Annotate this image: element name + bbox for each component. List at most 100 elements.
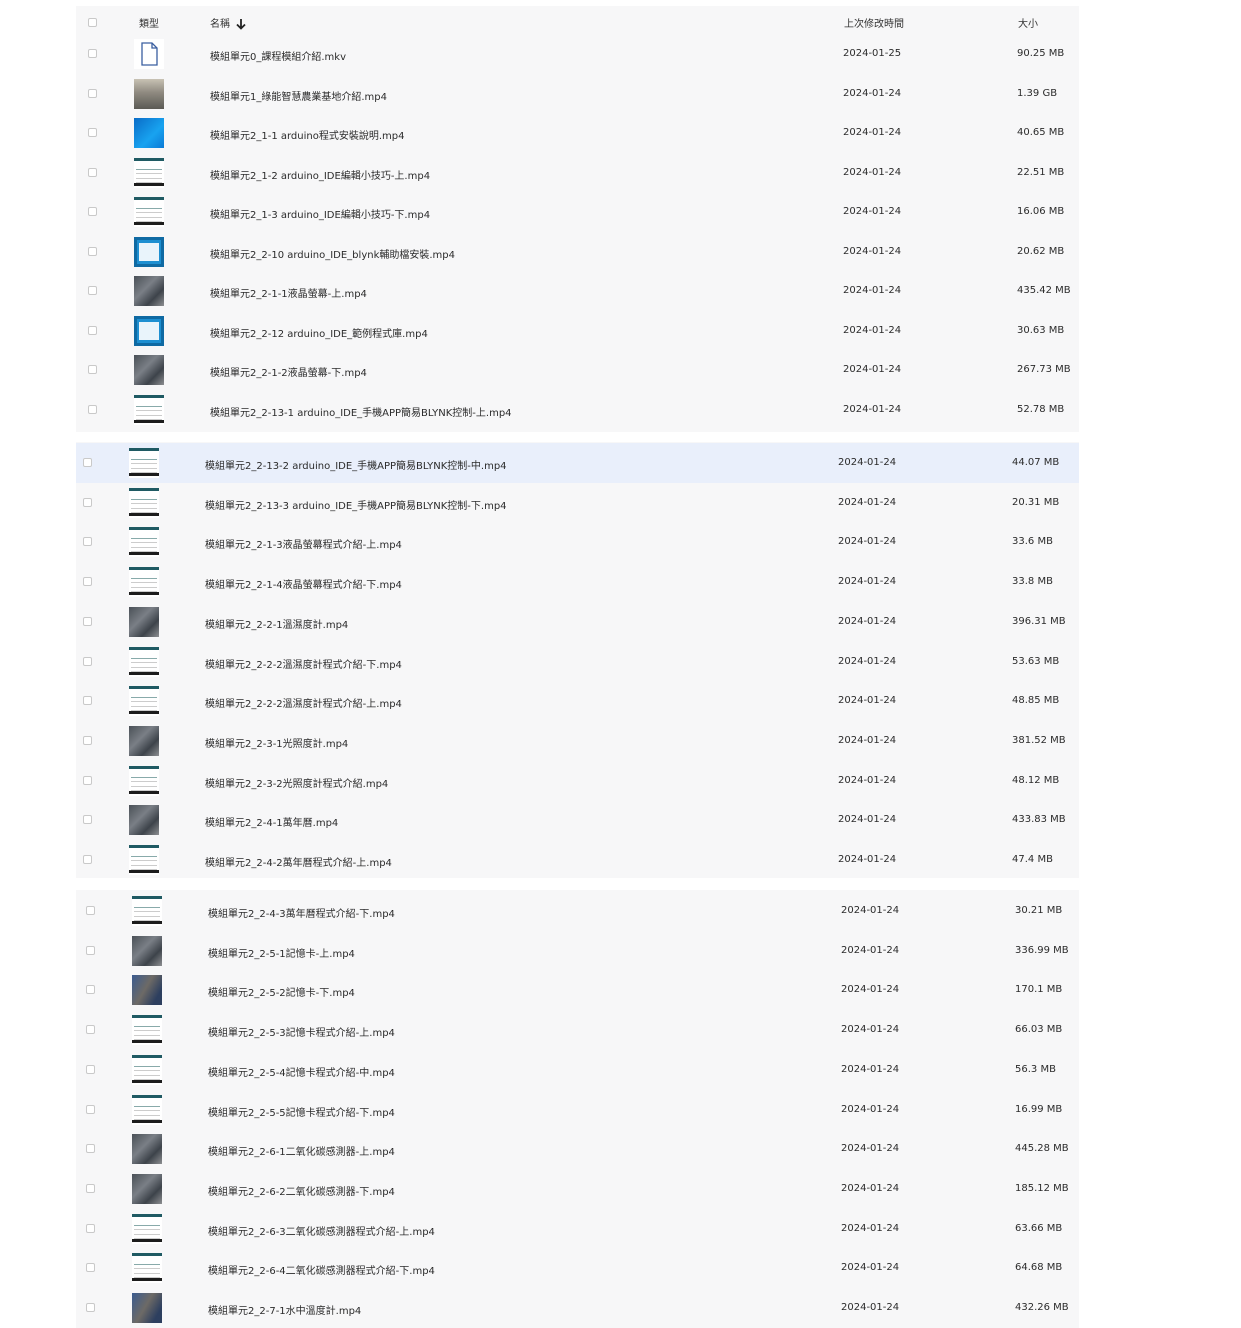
row-checkbox[interactable] — [86, 985, 95, 995]
file-name[interactable]: 模組單元2_2-5-5記憶卡程式介紹-下.mp4 — [208, 1104, 395, 1119]
file-name[interactable]: 模組單元2_2-2-2溫濕度計程式介紹-下.mp4 — [205, 656, 402, 671]
row-checkbox[interactable] — [83, 855, 92, 864]
file-row[interactable]: 模組單元2_2-1-4液晶螢幕程式介紹-下.mp4 2024-01-24 33.8 … — [76, 562, 1079, 602]
file-name[interactable]: 模組單元2_2-6-3二氧化碳感測器程式介紹-上.mp4 — [208, 1223, 435, 1238]
file-row[interactable]: 模組單元2_2-5-1記憶卡-上.mp4 2024-01-24 336.99 MB — [76, 931, 1079, 971]
row-checkbox[interactable] — [83, 497, 92, 507]
file-row[interactable]: 模組單元2_2-3-2光照度計程式介紹.mp4 2024-01-24 48.12 M… — [76, 761, 1079, 801]
file-row[interactable]: 模組單元2_2-2-2溫濕度計程式介紹-下.mp4 2024-01-24 53.63… — [76, 642, 1079, 682]
file-row[interactable]: 模組單元2_2-13-2 arduino_IDE_手機APP簡易BLYNK控制-… — [76, 443, 1079, 483]
file-row[interactable]: 模組單元2_2-1-1液晶螢幕-上.mp4 2024-01-24 435.42 MB — [76, 271, 1079, 311]
file-row[interactable]: 模組單元2_2-6-1二氧化碳感測器-上.mp4 2024-01-24 445.28… — [76, 1129, 1079, 1169]
file-name[interactable]: 模組單元2_2-13-2 arduino_IDE_手機APP簡易BLYNK控制-… — [205, 457, 507, 472]
file-name[interactable]: 模組單元2_2-10 arduino_IDE_blynk輔助檔安裝.mp4 — [210, 246, 455, 261]
file-row[interactable]: 模組單元2_1-3 arduino_IDE編輯小技巧-下.mp4 2024-01-… — [76, 192, 1079, 232]
file-row[interactable]: 模組單元2_2-3-1光照度計.mp4 2024-01-24 381.52 MB — [76, 721, 1079, 761]
file-name[interactable]: 模組單元0_課程模組介紹.mkv — [210, 48, 346, 63]
row-checkbox[interactable] — [88, 49, 97, 58]
file-row[interactable]: 模組單元2_2-5-3記憶卡程式介紹-上.mp4 2024-01-24 66.03 … — [76, 1010, 1079, 1050]
file-name[interactable]: 模組單元2_2-4-1萬年曆.mp4 — [205, 814, 338, 829]
file-row[interactable]: 模組單元1_綠能智慧農業基地介紹.mp4 2024-01-24 1.39 GB — [76, 74, 1079, 114]
row-checkbox[interactable] — [86, 1183, 95, 1193]
file-row[interactable]: 模組單元2_2-6-3二氧化碳感測器程式介紹-上.mp4 2024-01-24 63… — [76, 1209, 1079, 1249]
file-name[interactable]: 模組單元2_2-3-1光照度計.mp4 — [205, 735, 348, 750]
file-name[interactable]: 模組單元2_2-2-2溫濕度計程式介紹-上.mp4 — [205, 695, 402, 710]
file-name[interactable]: 模組單元2_2-13-1 arduino_IDE_手機APP簡易BLYNK控制-… — [210, 404, 512, 419]
file-row[interactable]: 模組單元2_2-2-2溫濕度計程式介紹-上.mp4 2024-01-24 48.85… — [76, 681, 1079, 721]
file-name[interactable]: 模組單元2_2-1-3液晶螢幕程式介紹-上.mp4 — [205, 536, 402, 551]
row-checkbox[interactable] — [88, 404, 97, 414]
row-checkbox[interactable] — [88, 286, 97, 295]
file-name[interactable]: 模組單元2_2-3-2光照度計程式介紹.mp4 — [205, 775, 388, 790]
file-name[interactable]: 模組單元2_2-4-2萬年曆程式介紹-上.mp4 — [205, 854, 392, 869]
row-checkbox[interactable] — [86, 1064, 95, 1074]
file-row[interactable]: 模組單元2_2-6-2二氧化碳感測器-下.mp4 2024-01-24 185.12… — [76, 1169, 1079, 1209]
file-name[interactable]: 模組單元2_2-1-1液晶螢幕-上.mp4 — [210, 285, 367, 300]
row-checkbox[interactable] — [88, 128, 97, 137]
file-row[interactable]: 模組單元2_2-10 arduino_IDE_blynk輔助檔安裝.mp4 202… — [76, 232, 1079, 272]
file-row[interactable]: 模組單元2_2-4-3萬年曆程式介紹-下.mp4 2024-01-24 30.21 … — [76, 891, 1079, 931]
file-name[interactable]: 模組單元2_2-5-3記憶卡程式介紹-上.mp4 — [208, 1024, 395, 1039]
row-checkbox[interactable] — [86, 1223, 95, 1233]
column-header-type[interactable]: 類型 — [139, 15, 159, 30]
row-checkbox[interactable] — [86, 945, 95, 955]
row-checkbox[interactable] — [83, 616, 92, 626]
file-row[interactable]: 模組單元2_2-7-1水中溫度計.mp4 2024-01-24 432.26 MB — [76, 1288, 1079, 1328]
file-row[interactable]: 模組單元2_2-2-1溫濕度計.mp4 2024-01-24 396.31 MB — [76, 602, 1079, 642]
row-checkbox[interactable] — [86, 1303, 95, 1312]
row-checkbox[interactable] — [88, 207, 97, 216]
row-checkbox[interactable] — [83, 656, 92, 666]
file-row[interactable]: 模組單元2_2-6-4二氧化碳感測器程式介紹-下.mp4 2024-01-24 64… — [76, 1248, 1079, 1288]
file-row[interactable]: 模組單元2_2-5-2記憶卡-下.mp4 2024-01-24 170.1 MB — [76, 970, 1079, 1010]
row-checkbox[interactable] — [86, 1025, 95, 1035]
row-checkbox[interactable] — [88, 88, 97, 98]
file-row[interactable]: 模組單元2_2-12 arduino_IDE_範例程式庫.mp4 2024-01-… — [76, 311, 1079, 351]
file-row[interactable]: 模組單元0_課程模組介紹.mkv 2024-01-25 90.25 MB — [76, 34, 1079, 74]
file-name[interactable]: 模組單元2_2-5-2記憶卡-下.mp4 — [208, 984, 355, 999]
file-name[interactable]: 模組單元2_2-6-2二氧化碳感測器-下.mp4 — [208, 1183, 395, 1198]
row-checkbox[interactable] — [83, 577, 92, 587]
row-checkbox[interactable] — [86, 1104, 95, 1114]
file-name[interactable]: 模組單元2_2-1-2液晶螢幕-下.mp4 — [210, 364, 367, 379]
file-name[interactable]: 模組單元2_2-12 arduino_IDE_範例程式庫.mp4 — [210, 325, 428, 340]
file-name[interactable]: 模組單元2_2-6-1二氧化碳感測器-上.mp4 — [208, 1143, 395, 1158]
file-name[interactable]: 模組單元1_綠能智慧農業基地介紹.mp4 — [210, 88, 387, 103]
row-checkbox[interactable] — [88, 246, 97, 256]
file-name[interactable]: 模組單元2_1-2 arduino_IDE編輯小技巧-上.mp4 — [210, 167, 430, 182]
file-row[interactable]: 模組單元2_2-4-1萬年曆.mp4 2024-01-24 433.83 MB — [76, 800, 1079, 840]
file-name[interactable]: 模組單元2_2-5-4記憶卡程式介紹-中.mp4 — [208, 1064, 395, 1079]
column-header-name[interactable]: 名稱 — [210, 15, 230, 30]
file-name[interactable]: 模組單元2_2-13-3 arduino_IDE_手機APP簡易BLYNK控制-… — [205, 497, 507, 512]
file-name[interactable]: 模組單元2_2-4-3萬年曆程式介紹-下.mp4 — [208, 905, 395, 920]
file-name[interactable]: 模組單元2_2-1-4液晶螢幕程式介紹-下.mp4 — [205, 576, 402, 591]
row-checkbox[interactable] — [83, 696, 92, 706]
row-checkbox[interactable] — [88, 167, 97, 177]
file-row[interactable]: 模組單元2_2-13-3 arduino_IDE_手機APP簡易BLYNK控制-… — [76, 483, 1079, 523]
row-checkbox[interactable] — [83, 815, 92, 825]
file-row[interactable]: 模組單元2_2-13-1 arduino_IDE_手機APP簡易BLYNK控制-… — [76, 390, 1079, 430]
file-row[interactable]: 模組單元2_2-4-2萬年曆程式介紹-上.mp4 2024-01-24 47.4 M… — [76, 840, 1079, 880]
file-name[interactable]: 模組單元2_2-6-4二氧化碳感測器程式介紹-下.mp4 — [208, 1262, 435, 1277]
file-row[interactable]: 模組單元2_2-5-5記憶卡程式介紹-下.mp4 2024-01-24 16.99 … — [76, 1090, 1079, 1130]
file-name[interactable]: 模組單元2_2-5-1記憶卡-上.mp4 — [208, 945, 355, 960]
file-name[interactable]: 模組單元2_1-3 arduino_IDE編輯小技巧-下.mp4 — [210, 206, 430, 221]
file-name[interactable]: 模組單元2_2-7-1水中溫度計.mp4 — [208, 1302, 361, 1317]
row-checkbox[interactable] — [83, 775, 92, 785]
row-checkbox[interactable] — [83, 458, 92, 467]
file-row[interactable]: 模組單元2_1-1 arduino程式安裝說明.mp4 2024-01-24 40.… — [76, 113, 1079, 153]
file-row[interactable]: 模組單元2_2-1-3液晶螢幕程式介紹-上.mp4 2024-01-24 33.6 … — [76, 522, 1079, 562]
file-row[interactable]: 模組單元2_2-1-2液晶螢幕-下.mp4 2024-01-24 267.73 MB — [76, 350, 1079, 390]
select-all-checkbox[interactable] — [88, 18, 97, 27]
row-checkbox[interactable] — [83, 735, 92, 745]
row-checkbox[interactable] — [86, 1263, 95, 1273]
file-row[interactable]: 模組單元2_2-5-4記憶卡程式介紹-中.mp4 2024-01-24 56.3 M… — [76, 1050, 1079, 1090]
file-name[interactable]: 模組單元2_1-1 arduino程式安裝說明.mp4 — [210, 127, 405, 142]
row-checkbox[interactable] — [83, 537, 92, 547]
row-checkbox[interactable] — [88, 365, 97, 374]
row-checkbox[interactable] — [86, 906, 95, 915]
column-header-modified[interactable]: 上次修改時間 — [844, 15, 904, 30]
row-checkbox[interactable] — [86, 1144, 95, 1154]
file-name[interactable]: 模組單元2_2-2-1溫濕度計.mp4 — [205, 616, 348, 631]
column-header-size[interactable]: 大小 — [1018, 15, 1038, 30]
row-checkbox[interactable] — [88, 325, 97, 335]
